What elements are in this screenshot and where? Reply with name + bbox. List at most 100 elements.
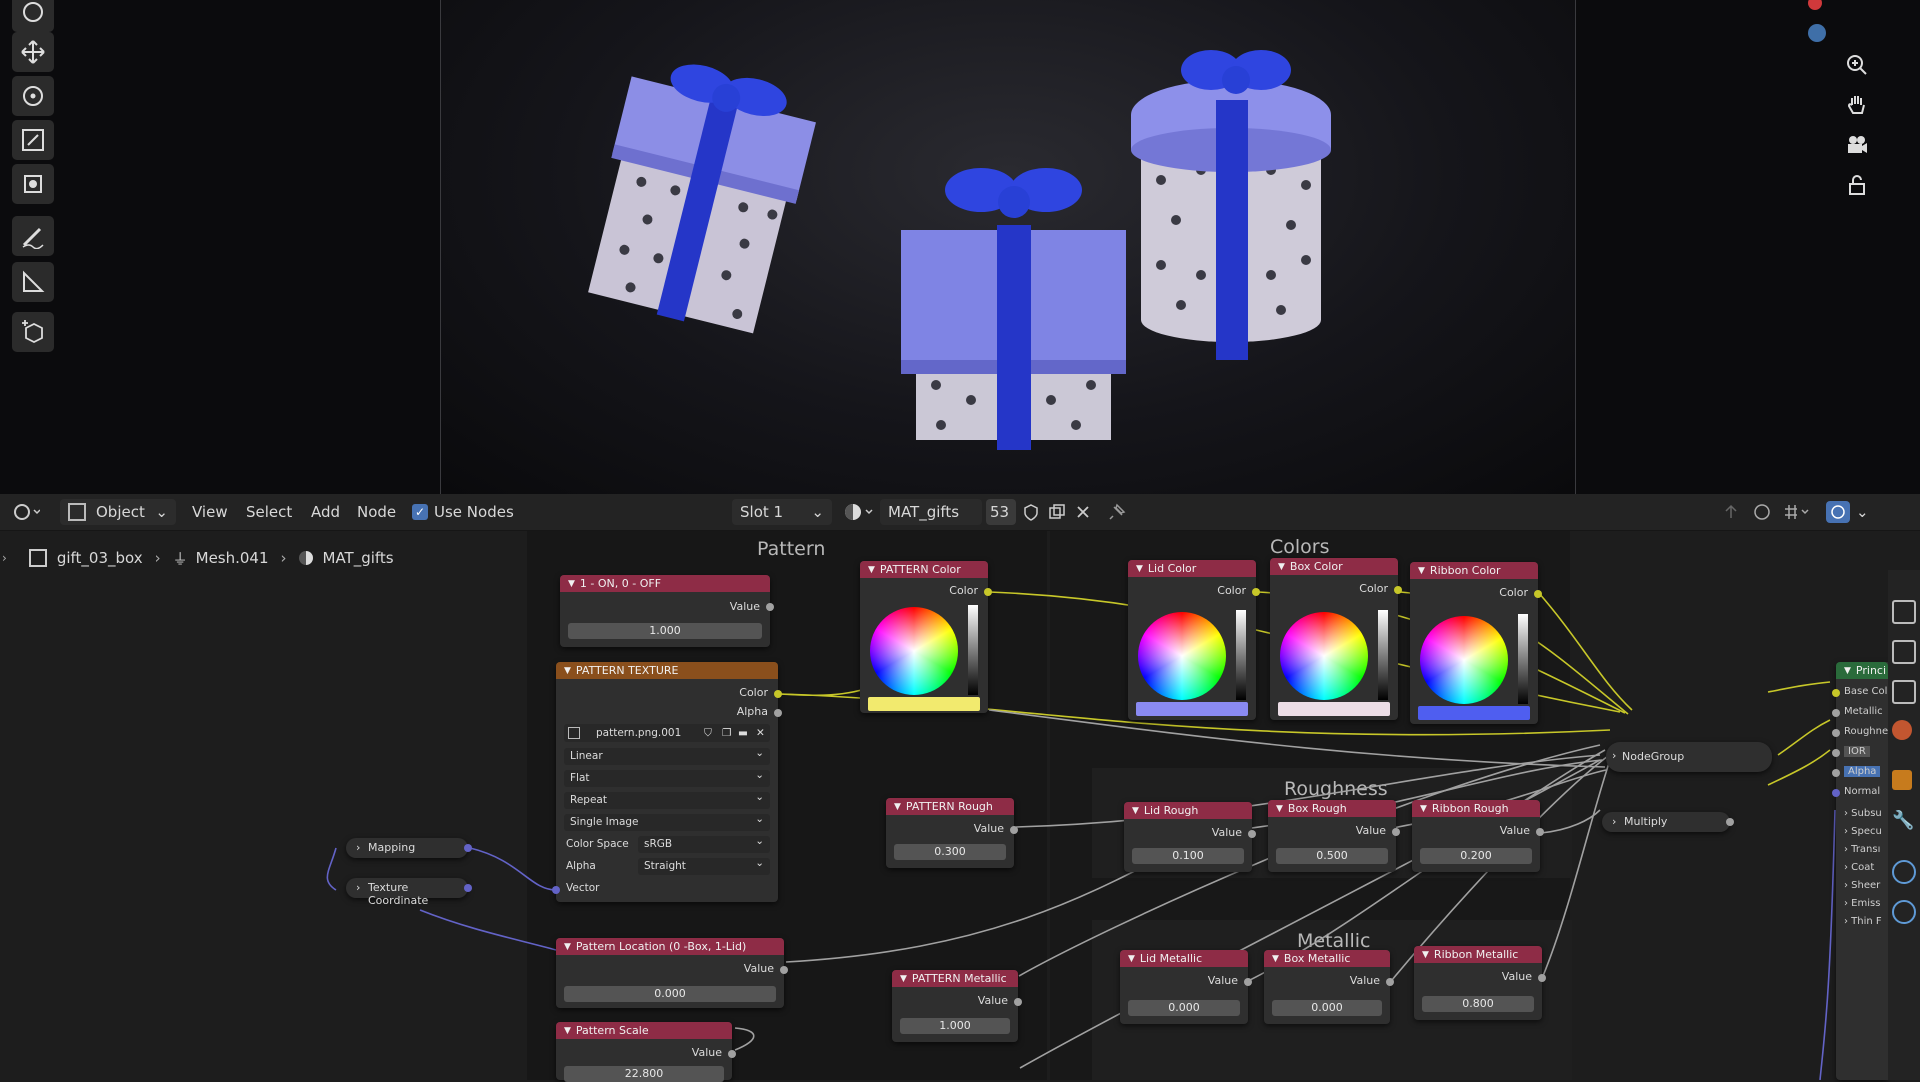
node-box-color-output-socket[interactable]	[1394, 586, 1402, 594]
node-lid-metallic-output-socket[interactable]	[1244, 978, 1252, 986]
measure-icon[interactable]	[12, 262, 54, 302]
gizmo-x-axis[interactable]	[1808, 0, 1822, 10]
projection-dropdown[interactable]: Flat	[564, 767, 770, 787]
node-on-off[interactable]: ▼ 1 - ON, 0 - OFF Value 1.000	[560, 575, 774, 647]
node-pattern-texture-color-socket[interactable]	[774, 690, 782, 698]
node-ribbon-metallic-header[interactable]: ▼ Ribbon Metallic	[1414, 946, 1542, 963]
cursor-icon[interactable]	[12, 0, 54, 32]
color-wheel[interactable]	[1138, 612, 1226, 700]
node-pattern-rough[interactable]: ▼ PATTERN Rough Value 0.300	[886, 798, 1018, 868]
node-pattern-scale[interactable]: ▼ Pattern Scale Value 22.800	[556, 1022, 736, 1082]
principled-input-1[interactable]: Metallic	[1844, 706, 1883, 717]
chevron-down-icon[interactable]: ▼	[868, 565, 875, 575]
node-pattern-metallic-output-socket[interactable]	[1014, 998, 1022, 1006]
material-users-count[interactable]: 53	[986, 494, 1016, 530]
principled-input-socket[interactable]	[1832, 749, 1840, 757]
principled-panel-1[interactable]: › Specu	[1844, 826, 1882, 837]
principled-input-socket[interactable]	[1832, 769, 1840, 777]
node-pattern-location-header[interactable]: ▼ Pattern Location (0 -Box, 1-Lid)	[556, 938, 784, 955]
tool-tab-icon[interactable]	[1892, 600, 1916, 624]
chevron-down-icon[interactable]: ▼	[1136, 564, 1143, 574]
node-pattern-rough-header[interactable]: ▼ PATTERN Rough	[886, 798, 1014, 815]
node-box-color[interactable]: ▼ Box Color Color	[1270, 558, 1402, 720]
node-on-off-header[interactable]: ▼ 1 - ON, 0 - OFF	[560, 575, 770, 592]
node-ribbon-metallic-output-socket[interactable]	[1538, 974, 1546, 982]
node-lid-color-header[interactable]: ▼ Lid Color	[1128, 560, 1256, 577]
node-pattern-metallic-value-field[interactable]: 1.000	[900, 1018, 1010, 1034]
node-lid-rough-output-socket[interactable]	[1248, 830, 1256, 838]
node-pattern-texture[interactable]: ▼ PATTERN TEXTURE Color Alpha pattern.png…	[552, 662, 782, 902]
editor-type-selector[interactable]	[12, 494, 40, 530]
node-box-rough-output-socket[interactable]	[1392, 828, 1400, 836]
gizmo-y-axis[interactable]	[1808, 24, 1826, 42]
render-tab-icon[interactable]	[1892, 640, 1916, 664]
alpha-mode-dropdown[interactable]: Straight	[638, 855, 770, 875]
principled-panel-3[interactable]: › Coat	[1844, 862, 1874, 873]
chevron-down-icon[interactable]: ▼	[1422, 950, 1429, 960]
camera-icon[interactable]	[1840, 128, 1874, 162]
chevron-down-icon[interactable]: ▼	[564, 942, 571, 952]
chevron-down-icon[interactable]: ▼	[1418, 566, 1425, 576]
node-pattern-rough-output-socket[interactable]	[1010, 826, 1018, 834]
zoom-icon[interactable]	[1840, 48, 1874, 82]
value-slider[interactable]	[1518, 614, 1528, 704]
wrench-icon[interactable]: 🔧	[1892, 810, 1914, 831]
chevron-down-icon[interactable]: ▼	[564, 666, 571, 676]
principled-panel-4[interactable]: › Sheer	[1844, 880, 1880, 891]
interpolation-dropdown[interactable]: Linear	[564, 745, 770, 765]
color-swatch[interactable]	[868, 697, 980, 711]
principled-input-socket[interactable]	[1832, 689, 1840, 697]
object-mode-dropdown[interactable]: Object ⌄	[60, 494, 176, 530]
unlink-close-icon[interactable]: ✕	[756, 724, 765, 742]
lock-icon[interactable]	[1840, 168, 1874, 202]
chevron-right-icon[interactable]: ›	[356, 881, 360, 894]
chevron-down-icon[interactable]: ▼	[1132, 806, 1139, 816]
principled-input-5[interactable]: Normal	[1844, 786, 1880, 797]
principled-panel-2[interactable]: › Transı	[1844, 844, 1880, 855]
color-wheel[interactable]	[1280, 612, 1368, 700]
node-lid-metallic-value-field[interactable]: 0.000	[1128, 1000, 1240, 1016]
output-tab-icon[interactable]	[1892, 680, 1916, 704]
breadcrumb-object[interactable]: gift_03_box	[57, 549, 143, 567]
node-lid-rough[interactable]: ▼ Lid Rough Value 0.100	[1124, 802, 1256, 872]
constraint-tab-icon[interactable]	[1892, 900, 1916, 924]
menu-node[interactable]: Node	[357, 494, 396, 530]
node-on-off-value-field[interactable]: 1.000	[568, 623, 762, 639]
chevron-down-icon[interactable]: ▼	[1272, 954, 1279, 964]
node-pattern-location[interactable]: ▼ Pattern Location (0 -Box, 1-Lid) Value …	[556, 938, 788, 1008]
principled-input-3[interactable]: IOR	[1844, 746, 1870, 757]
node-box-metallic-header[interactable]: ▼ Box Metallic	[1264, 950, 1390, 967]
color-wheel[interactable]	[870, 607, 958, 695]
node-pattern-metallic[interactable]: ▼ PATTERN Metallic Value 1.000	[892, 970, 1022, 1042]
parent-node-tree-icon[interactable]	[1722, 494, 1740, 530]
node-pattern-location-output-socket[interactable]	[780, 966, 788, 974]
chevron-down-icon[interactable]: ▼	[894, 802, 901, 812]
scale-icon[interactable]	[12, 120, 54, 160]
node-pattern-color-output-socket[interactable]	[984, 588, 992, 596]
principled-input-2[interactable]: Roughne	[1844, 726, 1888, 737]
principled-input-socket[interactable]	[1832, 709, 1840, 717]
node-ribbon-color-output-socket[interactable]	[1534, 590, 1542, 598]
chevron-down-icon[interactable]: ▼	[1420, 804, 1427, 814]
node-box-metallic-value-field[interactable]: 0.000	[1272, 1000, 1382, 1016]
menu-select[interactable]: Select	[246, 494, 292, 530]
node-lid-rough-value-field[interactable]: 0.100	[1132, 848, 1244, 864]
principled-input-socket[interactable]	[1832, 729, 1840, 737]
chevron-down-icon[interactable]: ▼	[568, 579, 575, 589]
principled-input-socket[interactable]	[1832, 789, 1840, 797]
principled-input-0[interactable]: Base Col	[1844, 686, 1887, 697]
principled-panel-0[interactable]: › Subsu	[1844, 808, 1882, 819]
node-box-rough-header[interactable]: ▼ Box Rough	[1268, 800, 1396, 817]
node-ribbon-color-header[interactable]: ▼ Ribbon Color	[1410, 562, 1538, 579]
chevron-down-icon[interactable]: ▼	[1128, 954, 1135, 964]
menu-add[interactable]: Add	[311, 494, 340, 530]
breadcrumb-material[interactable]: MAT_gifts	[323, 549, 394, 567]
pin-icon[interactable]	[1108, 494, 1126, 530]
node-lid-metallic[interactable]: ▼ Lid Metallic Value 0.000	[1120, 950, 1252, 1024]
node-principled-bsdf[interactable]: ▼ Princi Base Col Metallic Roughne IOR Alpha N…	[1832, 662, 1888, 1080]
node-pattern-color-header[interactable]: ▼ PATTERN Color	[860, 561, 988, 578]
node-on-off-output-socket[interactable]	[766, 603, 774, 611]
duplicate-icon[interactable]: ❐	[722, 724, 731, 742]
image-name[interactable]: pattern.png.001	[596, 724, 681, 742]
material-browse-button[interactable]	[842, 494, 876, 530]
